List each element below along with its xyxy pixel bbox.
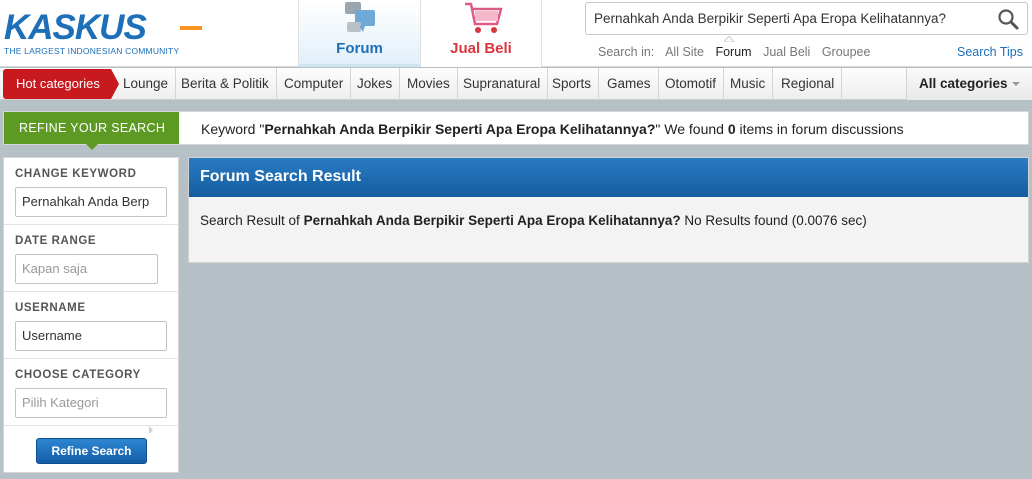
kaskus-logo[interactable]: KASKUS THE LARGEST INDONESIAN COMMUNITY	[4, 10, 204, 58]
logo-text: KASKUS	[4, 8, 147, 47]
nav-item-supranatural[interactable]: Supranatural	[456, 68, 549, 100]
keyword-summary-count: 0	[727, 121, 736, 137]
refine-your-search-tab[interactable]: REFINE YOUR SEARCH	[4, 112, 179, 150]
tab-forum[interactable]: Forum	[298, 0, 420, 67]
result-title: Forum Search Result	[189, 158, 1028, 197]
result-message: Search Result of Pernahkah Anda Berpikir…	[200, 210, 900, 231]
nav-item-computer[interactable]: Computer	[277, 68, 352, 100]
nav-item-movies[interactable]: Movies	[400, 68, 458, 100]
all-categories-label: All categories	[919, 76, 1008, 91]
username-title: USERNAME	[15, 302, 86, 314]
nav-item-lounge[interactable]: Lounge	[116, 68, 177, 100]
keyword-summary-prefix: Keyword "	[201, 121, 265, 137]
nav-item-berita-politik[interactable]: Berita & Politik	[174, 68, 277, 100]
search-scope-label: Search in:	[598, 45, 655, 59]
result-suffix: No Results found (0.0076 sec)	[680, 213, 867, 228]
search-scope-all-site[interactable]: All Site	[665, 45, 704, 59]
search-scope-groupee[interactable]: Groupee	[822, 45, 871, 59]
chevron-down-icon	[1011, 82, 1020, 87]
category-field[interactable]: Pilih Kategori	[15, 388, 167, 418]
search-scope-bar: Search in: All Site Forum Jual Beli Grou…	[598, 45, 878, 59]
tab-forum-label: Forum	[336, 40, 383, 57]
keyword-summary: Keyword "Pernahkah Anda Berpikir Seperti…	[201, 121, 904, 137]
nav-item-regional[interactable]: Regional	[774, 68, 843, 100]
tab-jual-beli[interactable]: Jual Beli	[420, 0, 542, 67]
logo-dash	[180, 26, 202, 30]
search-input[interactable]: Pernahkah Anda Berpikir Seperti Apa Erop…	[585, 2, 1028, 35]
username-section: USERNAME Username	[4, 292, 178, 359]
site-header: KASKUS THE LARGEST INDONESIAN COMMUNITY …	[0, 0, 1032, 67]
nav-item-otomotif[interactable]: Otomotif	[658, 68, 725, 100]
keyword-summary-suffix: items in forum discussions	[735, 121, 904, 137]
nav-item-jokes[interactable]: Jokes	[350, 68, 401, 100]
username-field[interactable]: Username	[15, 321, 167, 351]
date-range-section: DATE RANGE Kapan saja	[4, 225, 178, 292]
shopping-cart-icon	[465, 2, 503, 33]
search-scope-caret-icon	[724, 36, 734, 42]
result-prefix: Search Result of	[200, 213, 304, 228]
sidebar-marker-icon	[149, 426, 153, 434]
keyword-summary-mid: " We found	[655, 121, 728, 137]
hot-categories-button[interactable]: Hot categories	[3, 69, 119, 99]
refine-sidebar: CHANGE KEYWORD Pernahkah Anda Berp DATE …	[3, 157, 179, 473]
choose-category-section: CHOOSE CATEGORY Pilih Kategori	[4, 359, 178, 426]
keyword-field[interactable]: Pernahkah Anda Berp	[15, 187, 167, 217]
refine-search-button[interactable]: Refine Search	[36, 438, 147, 464]
change-keyword-section: CHANGE KEYWORD Pernahkah Anda Berp	[4, 158, 178, 225]
forum-icon	[345, 2, 375, 32]
result-keyword: Pernahkah Anda Berpikir Seperti Apa Erop…	[303, 213, 681, 228]
keyword-summary-keyword: Pernahkah Anda Berpikir Seperti Apa Erop…	[264, 121, 656, 137]
search-scope-jual-beli[interactable]: Jual Beli	[763, 45, 810, 59]
search-input-value: Pernahkah Anda Berpikir Seperti Apa Erop…	[594, 11, 946, 26]
date-range-title: DATE RANGE	[15, 235, 97, 247]
tab-jual-beli-label: Jual Beli	[450, 40, 512, 57]
nav-item-sports[interactable]: Sports	[545, 68, 600, 100]
search-scope-forum[interactable]: Forum	[715, 45, 751, 59]
logo-tagline: THE LARGEST INDONESIAN COMMUNITY	[4, 46, 180, 56]
nav-item-music[interactable]: Music	[723, 68, 774, 100]
all-categories-dropdown[interactable]: All categories	[906, 68, 1032, 100]
search-tips-link[interactable]: Search Tips	[957, 45, 1023, 59]
forum-search-result-panel: Forum Search Result Search Result of Per…	[188, 157, 1029, 263]
choose-category-title: CHOOSE CATEGORY	[15, 369, 141, 381]
change-keyword-title: CHANGE KEYWORD	[15, 168, 137, 180]
nav-item-games[interactable]: Games	[600, 68, 659, 100]
date-range-field[interactable]: Kapan saja	[15, 254, 158, 284]
search-icon[interactable]	[997, 8, 1019, 30]
refine-bar: REFINE YOUR SEARCH Keyword "Pernahkah An…	[3, 111, 1029, 150]
category-nav: Hot categories Lounge Berita & Politik C…	[0, 68, 1032, 100]
